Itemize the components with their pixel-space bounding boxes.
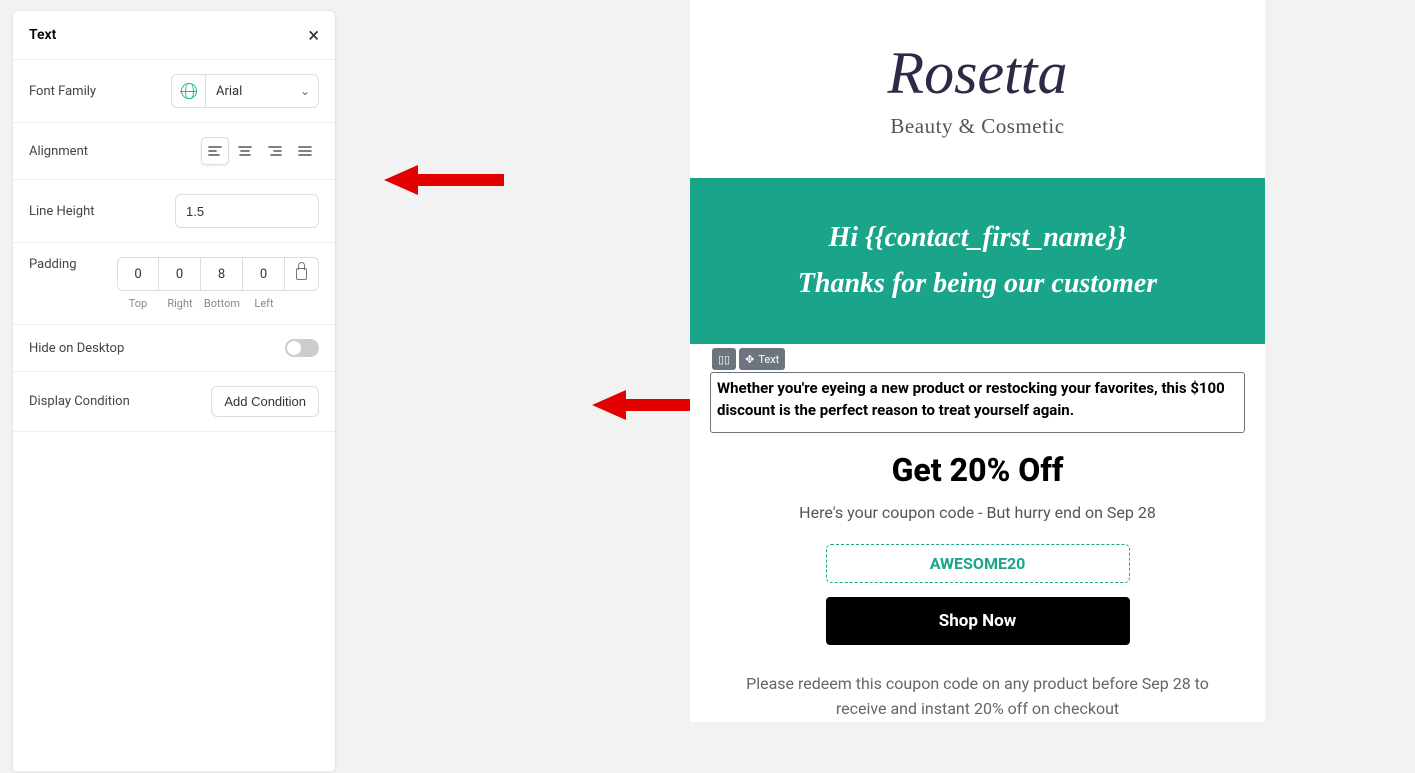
arrow-annotation-1	[384, 163, 504, 201]
email-preview: Rosetta Beauty & Cosmetic Hi {{contact_f…	[690, 0, 1265, 722]
greeting-section: Hi {{contact_first_name}} Thanks for bei…	[690, 178, 1265, 344]
brand-logo: Rosetta	[888, 39, 1068, 108]
panel-spacer	[13, 432, 335, 772]
font-family-select[interactable]: Arial ⌄	[171, 74, 319, 108]
panel-header: Text ×	[13, 11, 335, 60]
alignment-label: Alignment	[29, 144, 88, 159]
lock-icon	[296, 268, 307, 280]
hide-on-desktop-label: Hide on Desktop	[29, 341, 124, 356]
text-handle-label: Text	[758, 353, 779, 366]
move-icon: ✥	[745, 353, 754, 366]
padding-bottom-label: Bottom	[201, 297, 243, 310]
align-justify-button[interactable]	[291, 137, 319, 165]
padding-inputs: 0 0 8 0	[117, 257, 319, 291]
padding-label: Padding	[29, 257, 77, 272]
columns-icon: ▯▯	[718, 353, 730, 366]
align-justify-icon	[298, 145, 312, 157]
align-center-icon	[238, 145, 252, 157]
padding-right-input[interactable]: 0	[159, 257, 201, 291]
padding-top-label: Top	[117, 297, 159, 310]
hide-on-desktop-toggle[interactable]	[285, 339, 319, 357]
text-settings-panel: Text × Font Family Arial ⌄ Alignment	[12, 10, 336, 773]
logo-section: Rosetta Beauty & Cosmetic	[690, 0, 1265, 178]
padding-labels: Top Right Bottom Left	[117, 297, 319, 310]
padding-bottom-input[interactable]: 8	[201, 257, 243, 291]
arrow-annotation-2	[592, 388, 696, 426]
font-family-row: Font Family Arial ⌄	[13, 60, 335, 123]
line-height-input[interactable]	[175, 194, 319, 228]
display-condition-label: Display Condition	[29, 394, 130, 409]
globe-icon	[181, 83, 197, 99]
alignment-row: Alignment	[13, 123, 335, 180]
columns-handle[interactable]: ▯▯	[712, 348, 736, 370]
close-icon[interactable]: ×	[308, 25, 319, 45]
padding-left-label: Left	[243, 297, 285, 310]
padding-top-input[interactable]: 0	[117, 257, 159, 291]
selected-text-block[interactable]: Whether you're eyeing a new product or r…	[710, 372, 1245, 433]
chevron-down-icon: ⌄	[292, 84, 318, 98]
text-block-container: ▯▯ ✥ Text Whether you're eyeing a new pr…	[690, 372, 1265, 433]
globe-icon-box	[172, 75, 206, 107]
align-left-icon	[208, 145, 222, 157]
align-right-button[interactable]	[261, 137, 289, 165]
brand-tagline: Beauty & Cosmetic	[890, 114, 1064, 139]
text-handle[interactable]: ✥ Text	[739, 348, 785, 370]
padding-left-input[interactable]: 0	[243, 257, 285, 291]
greeting-line-2: Thanks for being our customer	[710, 268, 1245, 300]
alignment-group	[201, 137, 319, 165]
align-left-button[interactable]	[201, 137, 229, 165]
shop-now-button[interactable]: Shop Now	[826, 597, 1130, 645]
block-handles: ▯▯ ✥ Text	[712, 348, 785, 370]
coupon-code-box[interactable]: AWESOME20	[826, 544, 1130, 583]
redeem-instructions: Please redeem this coupon code on any pr…	[690, 671, 1265, 722]
coupon-subtitle: Here's your coupon code - But hurry end …	[690, 503, 1265, 522]
display-condition-row: Display Condition Add Condition	[13, 372, 335, 432]
toggle-knob	[287, 341, 301, 355]
font-family-value: Arial	[206, 84, 292, 99]
line-height-row: Line Height	[13, 180, 335, 243]
padding-lock-button[interactable]	[285, 257, 319, 291]
greeting-line-1: Hi {{contact_first_name}}	[710, 222, 1245, 254]
align-right-icon	[268, 145, 282, 157]
discount-heading: Get 20% Off	[690, 451, 1265, 489]
line-height-label: Line Height	[29, 204, 95, 219]
padding-row: Padding 0 0 8 0 Top Right Bottom Left	[13, 243, 335, 325]
add-condition-button[interactable]: Add Condition	[211, 386, 319, 417]
align-center-button[interactable]	[231, 137, 259, 165]
panel-title: Text	[29, 27, 56, 43]
padding-group: 0 0 8 0 Top Right Bottom Left	[117, 257, 319, 310]
padding-right-label: Right	[159, 297, 201, 310]
hide-on-desktop-row: Hide on Desktop	[13, 325, 335, 372]
font-family-label: Font Family	[29, 84, 96, 99]
